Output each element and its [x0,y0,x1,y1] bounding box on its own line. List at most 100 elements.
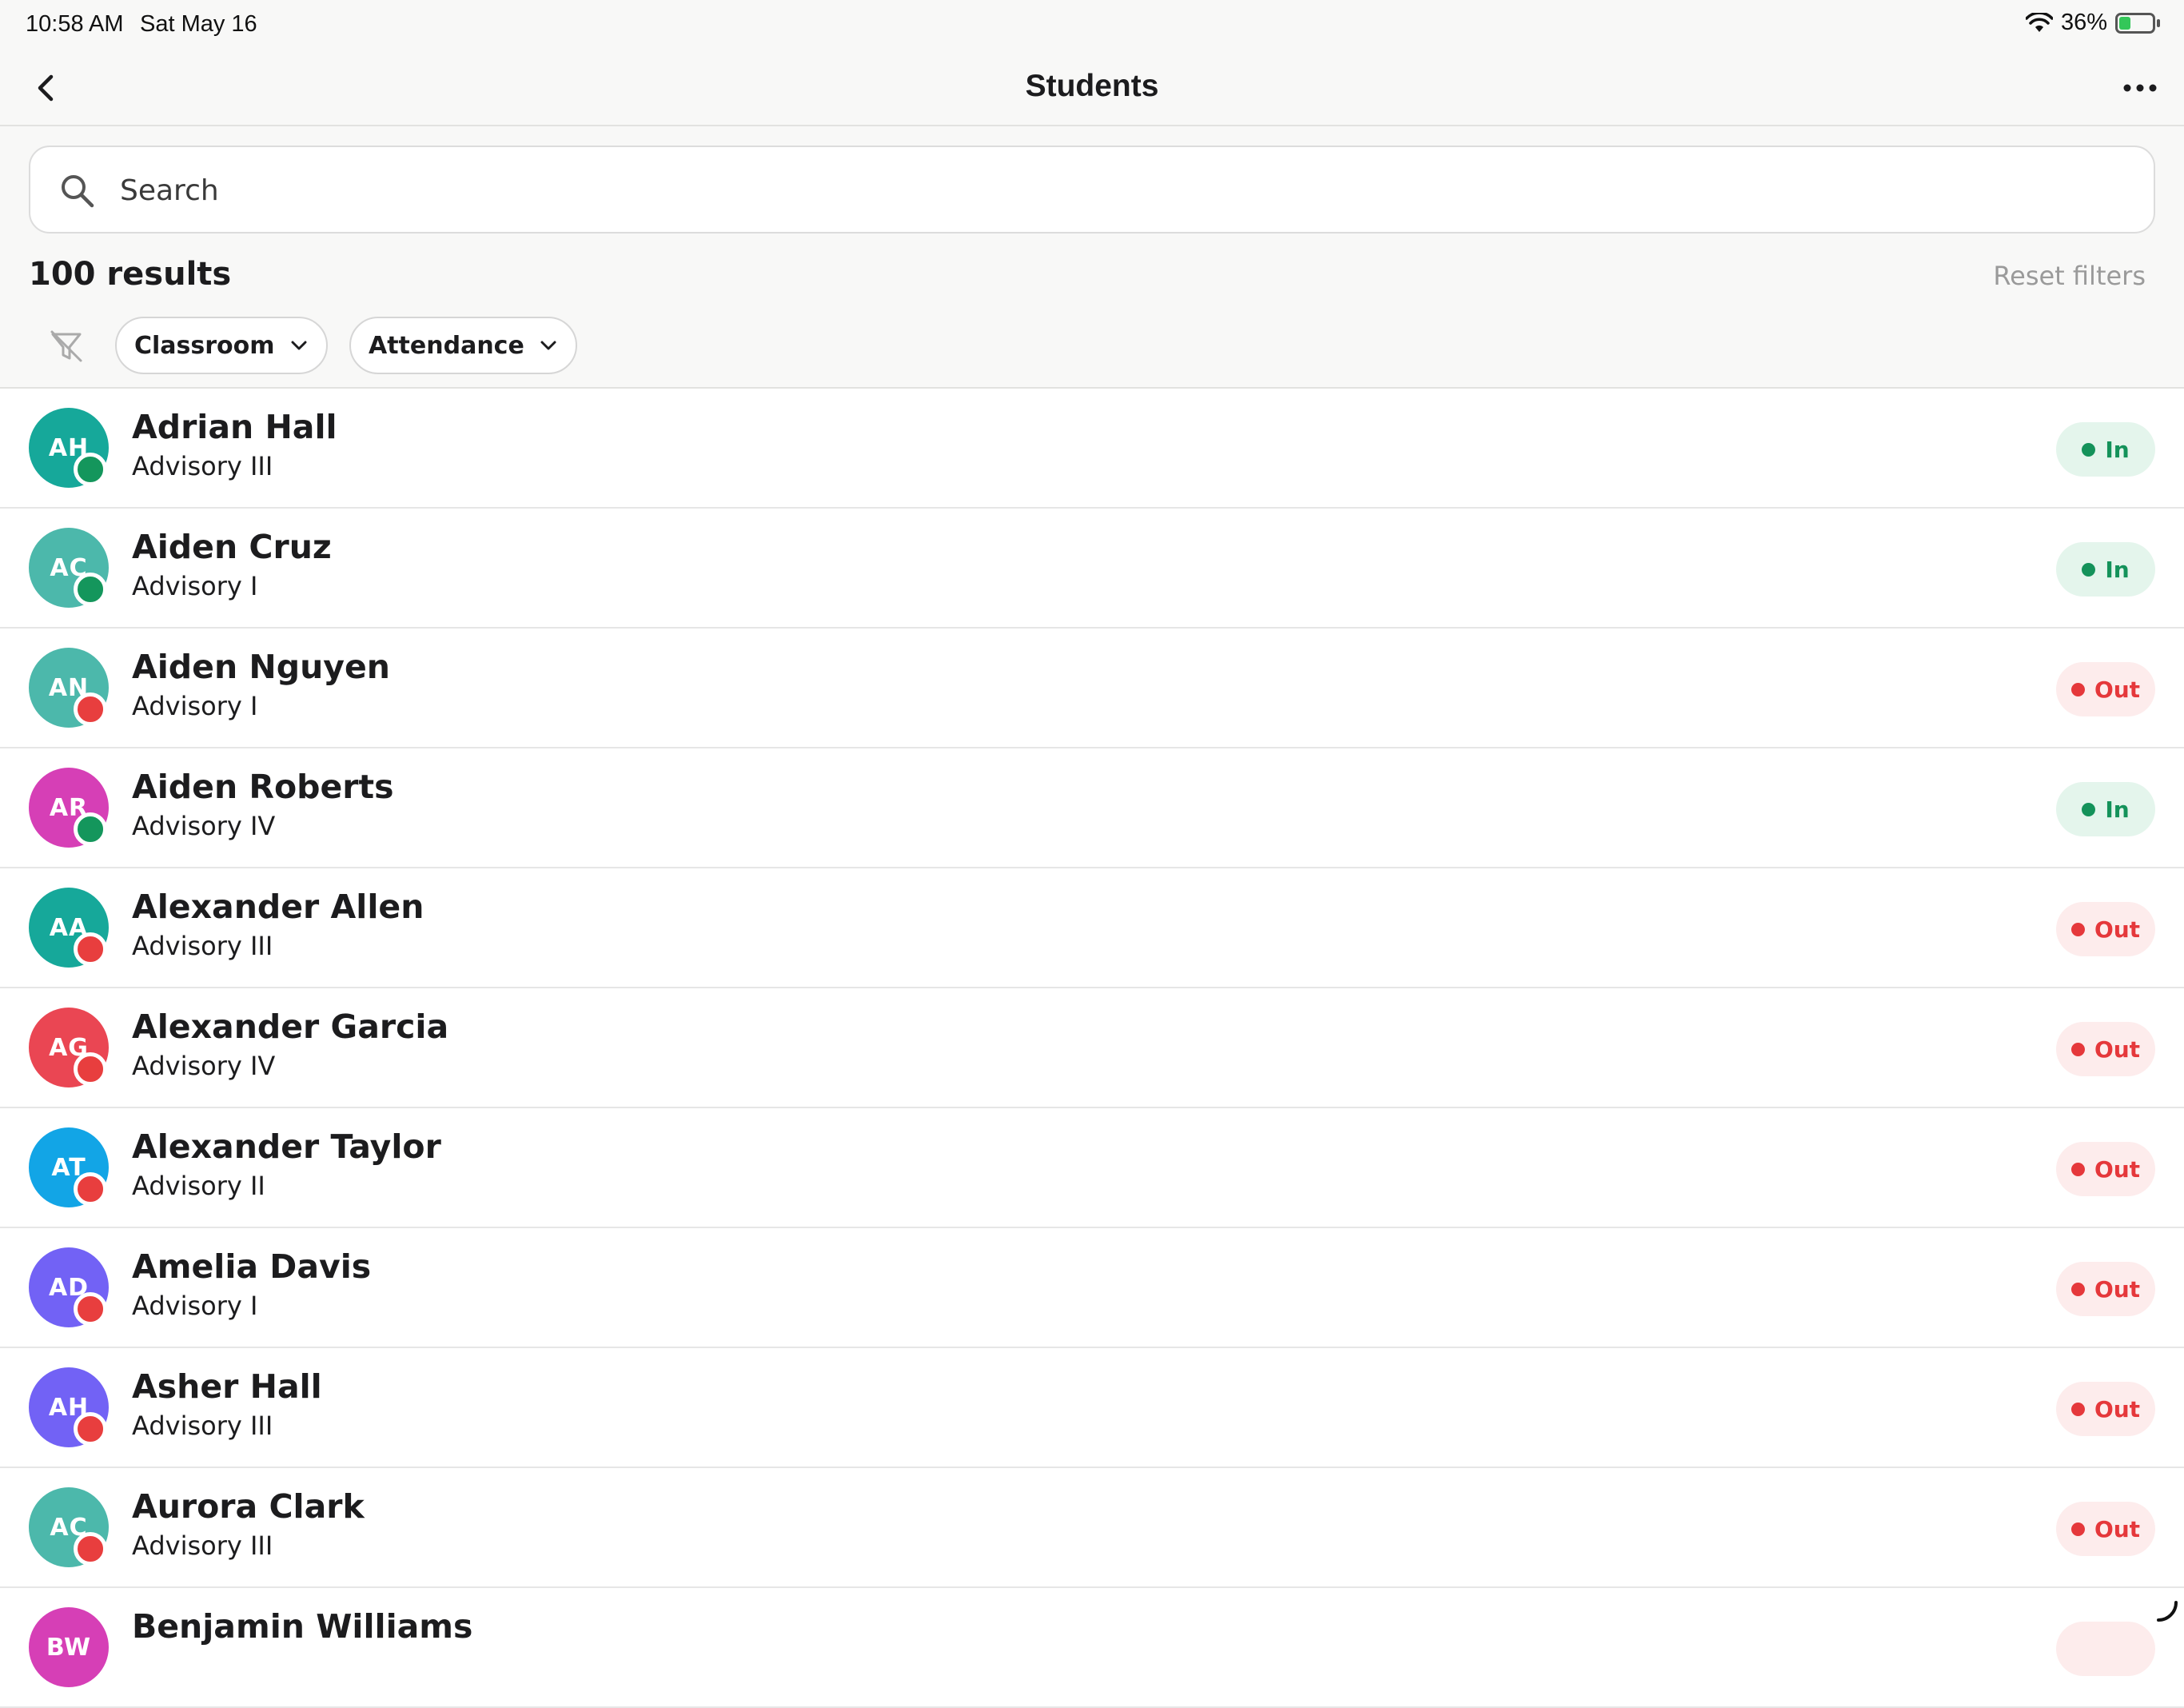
avatar: AR [29,768,109,848]
student-name: Aiden Nguyen [132,648,390,686]
status-dot [2070,682,2085,696]
student-name: Amelia Davis [132,1247,372,1286]
classroom-filter-label: Classroom [134,331,275,360]
student-name: Alexander Garcia [132,1008,449,1046]
reset-filters-button[interactable]: Reset filters [1993,261,2146,291]
avatar: AC [29,1487,109,1567]
classroom-filter-chip[interactable]: Classroom [115,317,328,374]
student-row[interactable]: AN Aiden Nguyen Advisory I Out [0,629,2184,748]
presence-dot [74,573,107,606]
status-label: Out [2094,1395,2141,1423]
student-classroom: Advisory I [132,691,258,721]
more-options-icon[interactable] [2120,74,2160,102]
page-title: Students [1025,69,1159,103]
student-classroom: Advisory III [132,931,273,961]
chevron-down-icon [540,341,556,350]
avatar: AT [29,1127,109,1207]
nav-bar: Students [0,51,2184,126]
battery-cap [2157,18,2160,27]
clear-filter-icon[interactable] [48,328,85,365]
avatar: AA [29,888,109,968]
status-dot [2070,1282,2085,1296]
attendance-status-badge[interactable]: Out [2056,902,2155,956]
avatar: AH [29,1367,109,1447]
wifi-icon [2025,12,2053,32]
status-label: Out [2094,1515,2141,1542]
status-dot [2082,562,2096,577]
status-label: In [2105,796,2130,823]
student-row[interactable]: AD Amelia Davis Advisory I Out [0,1228,2184,1348]
attendance-status-badge[interactable]: In [2056,422,2155,477]
battery-icon [2115,12,2155,34]
attendance-status-badge[interactable]: Out [2056,1502,2155,1556]
presence-dot [74,932,107,966]
search-input[interactable] [120,166,2039,214]
status-label: In [2105,436,2130,463]
attendance-status-badge[interactable]: Out [2056,662,2155,716]
status-date: Sat May 16 [140,11,257,37]
attendance-status-badge[interactable]: Out [2056,1262,2155,1316]
attendance-status-badge[interactable]: Out [2056,1382,2155,1436]
student-row[interactable]: AH Asher Hall Advisory III Out [0,1348,2184,1468]
results-count: 100 results [29,256,232,293]
student-row[interactable]: AT Alexander Taylor Advisory II Out [0,1108,2184,1228]
attendance-status-badge[interactable]: In [2056,542,2155,597]
student-classroom: Advisory I [132,571,258,601]
status-dot [2070,1162,2085,1176]
status-label: Out [2094,676,2141,703]
avatar: BW [29,1607,109,1687]
status-dot [2082,802,2096,816]
status-indicators: 36% [2025,10,2160,36]
student-name: Aiden Roberts [132,768,394,806]
avatar: AG [29,1008,109,1087]
attendance-status-badge[interactable] [2056,1622,2155,1676]
presence-dot [74,1412,107,1446]
attendance-status-badge[interactable]: In [2056,782,2155,836]
status-dot [2070,1402,2085,1416]
student-classroom: Advisory III [132,1530,273,1561]
presence-dot [74,1532,107,1566]
student-row[interactable]: AC Aiden Cruz Advisory I In [0,509,2184,629]
status-label: In [2105,556,2130,583]
presence-dot [74,1172,107,1206]
status-dot [2070,1522,2085,1536]
student-row[interactable]: AA Alexander Allen Advisory III Out [0,868,2184,988]
attendance-filter-chip[interactable]: Attendance [349,317,577,374]
battery-percent: 36% [2060,10,2107,35]
student-row[interactable]: AC Aurora Clark Advisory III Out [0,1468,2184,1588]
status-label: Out [2094,1275,2141,1303]
student-classroom: Advisory I [132,1291,258,1321]
student-name: Benjamin Williams [132,1607,473,1646]
student-row[interactable]: AH Adrian Hall Advisory III In [0,389,2184,509]
battery-fill [2119,16,2130,30]
status-dot [2070,922,2085,936]
avatar: AN [29,648,109,728]
search-icon [62,175,94,208]
status-bar: 10:58 AM Sat May 16 36% [0,0,2184,51]
attendance-status-badge[interactable]: Out [2056,1022,2155,1076]
student-classroom: Advisory III [132,1411,273,1441]
presence-dot [74,692,107,726]
student-name: Aiden Cruz [132,528,332,566]
student-row[interactable]: AG Alexander Garcia Advisory IV Out [0,988,2184,1108]
scroll-indicator-icon [2157,1601,2178,1622]
student-classroom: Advisory IV [132,1051,276,1081]
avatar: AH [29,408,109,488]
status-dot [2082,442,2096,457]
student-name: Adrian Hall [132,408,337,446]
attendance-filter-label: Attendance [369,331,524,360]
student-name: Aurora Clark [132,1487,365,1526]
student-name: Asher Hall [132,1367,322,1406]
filter-area: 100 results Reset filters Classroom Atte… [0,126,2184,389]
presence-dot [74,1292,107,1326]
student-list: AH Adrian Hall Advisory III In AC Aiden … [0,389,2184,1708]
presence-dot [74,812,107,846]
status-label: Out [2094,1155,2141,1183]
chevron-down-icon [291,341,307,350]
student-row[interactable]: BW Benjamin Williams [0,1588,2184,1708]
attendance-status-badge[interactable]: Out [2056,1142,2155,1196]
presence-dot [74,1052,107,1086]
search-box[interactable] [29,146,2155,233]
status-label: Out [2094,916,2141,943]
student-row[interactable]: AR Aiden Roberts Advisory IV In [0,748,2184,868]
